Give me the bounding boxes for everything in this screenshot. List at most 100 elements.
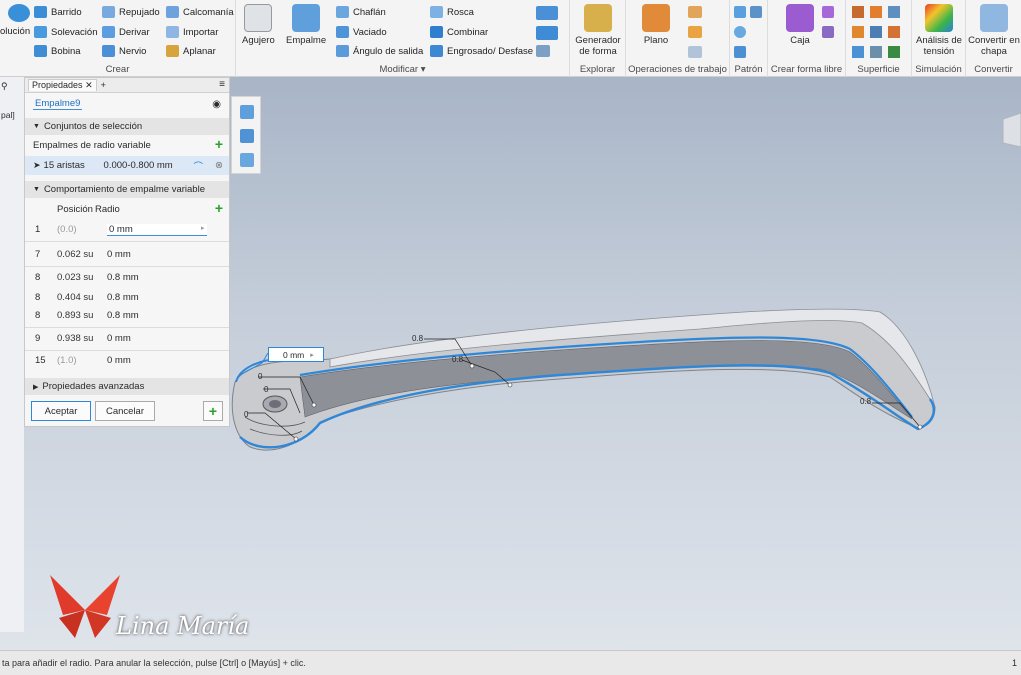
browser-item[interactable]: pal] (1, 110, 15, 120)
dimension-label[interactable]: 0.8 (452, 355, 463, 364)
nervio-label: Nervio (119, 45, 147, 57)
menu-icon[interactable]: ≡ (219, 79, 225, 90)
close-icon[interactable]: ✕ (85, 80, 93, 90)
feature-name-field[interactable]: Empalme9 (33, 98, 83, 110)
delete-face-icon[interactable] (536, 45, 550, 57)
cancel-button[interactable]: Cancelar (95, 401, 155, 421)
calcomania-button[interactable]: Calcomanía (166, 6, 234, 18)
vaciado-button[interactable]: Vaciado (336, 26, 387, 38)
chamfer-icon (336, 6, 349, 18)
add-set-icon[interactable]: + (215, 136, 223, 152)
row-radius[interactable]: 0 mm (107, 355, 131, 366)
face-fillet-icon[interactable] (240, 129, 254, 143)
combine-icon (430, 26, 443, 38)
section-header-behavior[interactable]: ▼ Comportamiento de empalme variable (25, 181, 229, 198)
row-radius[interactable]: 0 mm (107, 249, 131, 260)
aplanar-button[interactable]: Aplanar (166, 45, 216, 57)
radius-table-row[interactable]: 9 0.938 su 0 mm (25, 330, 229, 347)
row-radius[interactable]: 0.8 mm (107, 272, 139, 283)
dimension-label[interactable]: 0.8 (860, 397, 871, 406)
full-round-fillet-icon[interactable] (240, 153, 254, 167)
remove-set-icon[interactable]: ⊗ (215, 160, 223, 171)
rosca-button[interactable]: Rosca (430, 6, 474, 18)
surface-icon-9[interactable] (888, 46, 900, 58)
derivar-label: Derivar (119, 26, 150, 38)
dimension-label[interactable]: 0.8 (412, 334, 423, 343)
ucs-icon[interactable] (688, 46, 702, 58)
mirror-icon[interactable] (750, 6, 762, 18)
surface-icon-3[interactable] (888, 6, 900, 18)
surface-icon-8[interactable] (870, 46, 882, 58)
accept-button[interactable]: Aceptar (31, 401, 91, 421)
section-header-sets[interactable]: ▼ Conjuntos de selección (25, 118, 229, 135)
radius-table-row[interactable]: 1 (0.0) 0 mm (25, 221, 229, 238)
radius-callout-box[interactable]: 0 mm ▸ (268, 347, 324, 362)
section-header-advanced[interactable]: ▶ Propiedades avanzadas (25, 378, 229, 395)
rect-pattern-icon[interactable] (734, 6, 746, 18)
row-radius[interactable]: 0.8 mm (107, 292, 139, 303)
solevacion-button[interactable]: Solevación (34, 26, 97, 38)
combinar-button[interactable]: Combinar (430, 26, 488, 38)
row-position: (1.0) (57, 355, 77, 366)
revolve-button[interactable]: olución (0, 26, 30, 37)
derivar-button[interactable]: Derivar (102, 26, 150, 38)
radius-table-row[interactable]: 8 0.893 su 0.8 mm (25, 307, 229, 324)
revolve-icon[interactable] (8, 4, 30, 22)
spin-arrow-icon[interactable]: ▸ (201, 224, 205, 232)
freeform-icon[interactable] (822, 6, 834, 18)
surface-icon-5[interactable] (870, 26, 882, 38)
axis-icon[interactable] (688, 6, 702, 18)
angulo-button[interactable]: Ángulo de salida (336, 45, 423, 57)
engrosado-button[interactable]: Engrosado/ Desfase (430, 45, 533, 57)
row-radius[interactable]: 0 mm (107, 223, 207, 236)
agujero-button[interactable]: Agujero (242, 4, 275, 46)
browser-search-icon[interactable]: ⚲ (1, 81, 8, 92)
chaflan-button[interactable]: Chaflán (336, 6, 386, 18)
replace-face-icon[interactable] (536, 26, 558, 40)
plano-button[interactable]: Plano (642, 4, 670, 46)
nervio-button[interactable]: Nervio (102, 45, 146, 57)
box-icon (786, 4, 814, 32)
radius-table-row[interactable]: 8 0.404 su 0.8 mm (25, 289, 229, 306)
point-icon[interactable] (688, 26, 702, 38)
radius-table-row[interactable]: 15 (1.0) 0 mm (25, 352, 229, 369)
add-point-icon[interactable]: + (215, 200, 223, 216)
apply-plus-button[interactable]: + (203, 401, 223, 421)
unwrap-icon (166, 45, 179, 57)
importar-button[interactable]: Importar (166, 26, 218, 38)
radius-table-row[interactable]: 8 0.023 su 0.8 mm (25, 269, 229, 286)
row-radius[interactable]: 0 mm (107, 333, 131, 344)
radius-table-row[interactable]: 7 0.062 su 0 mm (25, 246, 229, 263)
caja-button[interactable]: Caja (786, 4, 814, 46)
visibility-eye-icon[interactable]: ◉ (212, 99, 221, 110)
surface-icon-4[interactable] (852, 26, 864, 38)
group-label-modificar[interactable]: Modificar ▾ (236, 64, 569, 75)
fillet-curve-icon[interactable]: ⌒ (193, 159, 203, 173)
bobina-button[interactable]: Bobina (34, 45, 81, 57)
empalme-button[interactable]: Empalme (286, 4, 326, 46)
analisis-button[interactable]: Análisis de tensión (915, 4, 963, 57)
group-label-explorar: Explorar (579, 64, 616, 75)
barrido-button[interactable]: Barrido (34, 6, 82, 18)
solevacion-label: Solevación (51, 26, 98, 38)
chapa-button[interactable]: Convertir en chapa (968, 4, 1020, 57)
panel-tabs: Propiedades ✕ + ≡ (25, 78, 229, 93)
add-tab-icon[interactable]: + (101, 80, 106, 90)
selection-set-row[interactable]: ➤ 15 aristas 0.000-0.800 mm ⌒ ⊗ (25, 156, 229, 175)
surface-icon-1[interactable] (852, 6, 864, 18)
edge-fillet-icon[interactable] (240, 105, 254, 119)
tab-propiedades[interactable]: Propiedades ✕ (28, 79, 97, 91)
row-radius[interactable]: 0.8 mm (107, 310, 139, 321)
circ-pattern-icon[interactable] (734, 26, 746, 38)
surface-icon-2[interactable] (870, 6, 882, 18)
dimension-label[interactable]: 0 (244, 410, 248, 419)
convert-icon[interactable] (822, 26, 834, 38)
split-icon[interactable] (536, 6, 558, 20)
generador-button[interactable]: Generador de forma (575, 4, 621, 57)
surface-icon-6[interactable] (888, 26, 900, 38)
dimension-label[interactable]: 0 (264, 385, 268, 394)
surface-icon-7[interactable] (852, 46, 864, 58)
sketch-pattern-icon[interactable] (734, 46, 746, 58)
dimension-label[interactable]: 0 (258, 372, 262, 381)
repujado-button[interactable]: Repujado (102, 6, 160, 18)
